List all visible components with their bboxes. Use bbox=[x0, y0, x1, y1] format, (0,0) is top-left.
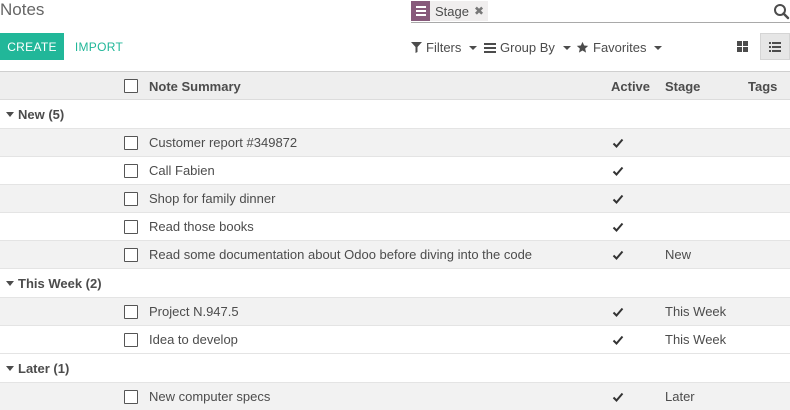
table-row[interactable]: Idea to develop This Week bbox=[0, 326, 790, 354]
caret-down-icon bbox=[6, 281, 14, 286]
note-summary: Read those books bbox=[149, 219, 254, 234]
check-icon bbox=[612, 392, 624, 402]
row-checkbox[interactable] bbox=[124, 305, 138, 319]
table-body: New (5) Customer report #349872 Call Fabie… bbox=[0, 100, 790, 410]
bars-icon bbox=[484, 42, 496, 53]
groupby-dropdown[interactable]: Group By bbox=[484, 36, 571, 58]
filters-dropdown[interactable]: Filters bbox=[411, 36, 478, 58]
note-summary: Read some documentation about Odoo befor… bbox=[149, 247, 533, 262]
table-row[interactable]: Customer report #349872 bbox=[0, 129, 790, 157]
check-icon bbox=[612, 222, 624, 232]
check-icon bbox=[612, 194, 624, 204]
note-stage: This Week bbox=[665, 304, 727, 319]
row-checkbox[interactable] bbox=[124, 192, 138, 206]
caret-down-icon bbox=[562, 46, 571, 50]
facet-label: Stage bbox=[435, 3, 469, 19]
group-label: New (5) bbox=[18, 107, 65, 122]
table-row[interactable]: Call Fabien bbox=[0, 157, 790, 185]
notes-table: Note Summary Active Stage Tags New (5) Cu… bbox=[0, 71, 790, 410]
list-view-button[interactable] bbox=[760, 33, 790, 60]
group-label: Later (1) bbox=[18, 361, 70, 376]
column-header-stage[interactable]: Stage bbox=[665, 79, 700, 94]
list-icon bbox=[769, 41, 781, 52]
check-icon bbox=[612, 138, 624, 148]
import-button[interactable]: IMPORT bbox=[66, 33, 132, 60]
group-header[interactable]: This Week (2) bbox=[0, 269, 790, 298]
group-by-icon bbox=[411, 1, 430, 21]
kanban-view-button[interactable] bbox=[727, 33, 757, 60]
row-checkbox[interactable] bbox=[124, 136, 138, 150]
row-checkbox[interactable] bbox=[124, 220, 138, 234]
note-summary: New computer specs bbox=[149, 389, 271, 404]
note-summary: Customer report #349872 bbox=[149, 135, 298, 150]
caret-down-icon bbox=[469, 46, 478, 50]
table-row[interactable]: Shop for family dinner bbox=[0, 185, 790, 213]
kanban-icon bbox=[736, 41, 748, 52]
select-all-checkbox[interactable] bbox=[124, 79, 138, 93]
table-row[interactable]: Read some documentation about Odoo befor… bbox=[0, 241, 790, 269]
check-icon bbox=[612, 250, 624, 260]
facet-remove-icon[interactable]: ✖ bbox=[474, 4, 488, 18]
groupby-label: Group By bbox=[500, 39, 555, 55]
row-checkbox[interactable] bbox=[124, 164, 138, 178]
check-icon bbox=[612, 166, 624, 176]
column-header-tags[interactable]: Tags bbox=[748, 79, 777, 94]
note-summary: Project N.947.5 bbox=[149, 304, 239, 319]
note-summary: Idea to develop bbox=[149, 332, 238, 347]
note-summary: Shop for family dinner bbox=[149, 191, 276, 206]
create-button[interactable]: CREATE bbox=[0, 33, 64, 60]
group-header[interactable]: New (5) bbox=[0, 100, 790, 129]
search-facet-stage: Stage ✖ bbox=[411, 1, 489, 21]
column-header-summary[interactable]: Note Summary bbox=[149, 79, 241, 94]
caret-down-icon bbox=[654, 46, 663, 50]
table-row[interactable]: New computer specs Later bbox=[0, 383, 790, 410]
group-header[interactable]: Later (1) bbox=[0, 354, 790, 383]
caret-down-icon bbox=[6, 112, 14, 117]
note-summary: Call Fabien bbox=[149, 163, 215, 178]
table-row[interactable]: Read those books bbox=[0, 213, 790, 241]
page-title: Notes bbox=[0, 0, 45, 19]
table-header: Note Summary Active Stage Tags bbox=[0, 71, 790, 100]
row-checkbox[interactable] bbox=[124, 248, 138, 262]
note-stage: This Week bbox=[665, 332, 727, 347]
row-checkbox[interactable] bbox=[124, 390, 138, 404]
column-header-active[interactable]: Active bbox=[611, 79, 650, 94]
caret-down-icon bbox=[6, 366, 14, 371]
group-label: This Week (2) bbox=[18, 276, 102, 291]
note-stage: Later bbox=[665, 389, 695, 404]
table-row[interactable]: Project N.947.5 This Week bbox=[0, 298, 790, 326]
search-icon[interactable] bbox=[773, 3, 790, 20]
search-bar[interactable]: Stage ✖ bbox=[411, 0, 790, 23]
favorites-dropdown[interactable]: Favorites bbox=[576, 36, 663, 58]
filters-label: Filters bbox=[426, 39, 462, 55]
row-checkbox[interactable] bbox=[124, 333, 138, 347]
favorites-label: Favorites bbox=[593, 39, 647, 55]
check-icon bbox=[612, 307, 624, 317]
filter-icon bbox=[411, 41, 422, 53]
note-stage: New bbox=[665, 247, 692, 262]
star-icon bbox=[576, 41, 589, 53]
check-icon bbox=[612, 335, 624, 345]
